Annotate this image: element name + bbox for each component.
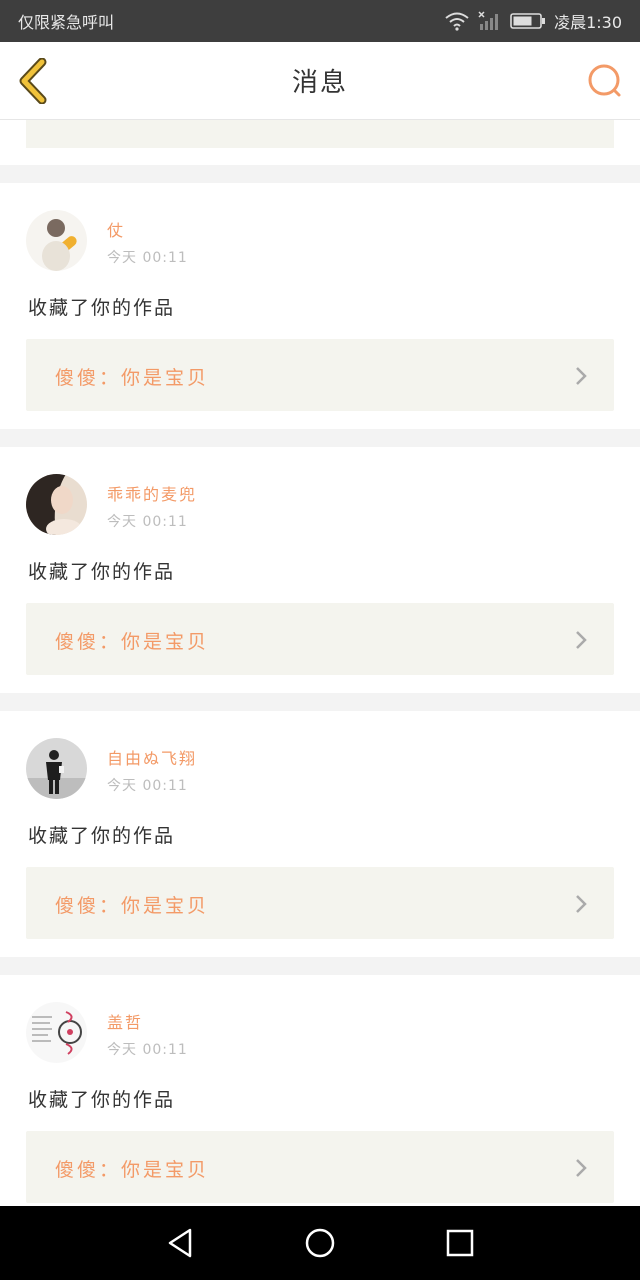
- quote-box-partial[interactable]: [26, 120, 614, 148]
- carrier-text: 仅限紧急呼叫: [18, 13, 115, 32]
- timestamp: 今天 00:11: [107, 250, 188, 266]
- avatar[interactable]: [26, 738, 87, 799]
- timestamp: 今天 00:11: [107, 778, 188, 794]
- chevron-right-icon: [576, 631, 587, 649]
- user-name[interactable]: 仗: [107, 217, 125, 241]
- app-header: 消息: [0, 42, 640, 120]
- message-card[interactable]: 乖乖的麦兜 今天 00:11 收藏了你的作品 傻傻：你是宝贝: [0, 447, 640, 693]
- nav-back-button[interactable]: [150, 1213, 210, 1273]
- user-name[interactable]: 盖哲: [107, 1009, 143, 1033]
- user-name[interactable]: 乖乖的麦兜: [107, 481, 197, 505]
- nav-recents-button[interactable]: [430, 1213, 490, 1273]
- system-nav-bar: [0, 1206, 640, 1280]
- quote-box[interactable]: 傻傻：你是宝贝: [26, 1131, 614, 1203]
- message-card-partial[interactable]: [0, 120, 640, 165]
- nav-home-button[interactable]: [290, 1213, 350, 1273]
- quote-text: 傻傻：你是宝贝: [55, 631, 210, 653]
- message-card[interactable]: 仗 今天 00:11 收藏了你的作品 傻傻：你是宝贝: [0, 183, 640, 429]
- clock-text: 凌晨1:30: [554, 13, 622, 32]
- quote-box[interactable]: 傻傻：你是宝贝: [26, 339, 614, 411]
- quote-box[interactable]: 傻傻：你是宝贝: [26, 867, 614, 939]
- message-card[interactable]: 盖哲 今天 00:11 收藏了你的作品 傻傻：你是宝贝: [0, 975, 640, 1206]
- home-circle-icon: [305, 1228, 335, 1258]
- chevron-right-icon: [576, 367, 587, 385]
- action-text: 收藏了你的作品: [28, 297, 176, 319]
- message-list[interactable]: 仗 今天 00:11 收藏了你的作品 傻傻：你是宝贝 乖乖的麦兜 今天 00:1…: [0, 120, 640, 1206]
- search-icon: [588, 64, 621, 97]
- status-bar: 仅限紧急呼叫 凌晨1:30: [0, 0, 640, 42]
- status-icons: 凌晨1:30: [444, 9, 622, 33]
- timestamp: 今天 00:11: [107, 514, 188, 530]
- avatar[interactable]: [26, 210, 87, 271]
- quote-text: 傻傻：你是宝贝: [55, 1159, 210, 1181]
- user-name[interactable]: 自由ぬ飞翔: [107, 745, 197, 769]
- chevron-right-icon: [576, 1159, 587, 1177]
- avatar[interactable]: [26, 474, 87, 535]
- chevron-left-icon: [19, 57, 47, 105]
- message-card[interactable]: 自由ぬ飞翔 今天 00:11 收藏了你的作品 傻傻：你是宝贝: [0, 711, 640, 957]
- avatar[interactable]: [26, 1002, 87, 1063]
- action-text: 收藏了你的作品: [28, 1089, 176, 1111]
- wifi-icon: [444, 11, 470, 31]
- action-text: 收藏了你的作品: [28, 825, 176, 847]
- quote-text: 傻傻：你是宝贝: [55, 895, 210, 917]
- chevron-right-icon: [576, 895, 587, 913]
- search-button[interactable]: [586, 62, 624, 100]
- back-triangle-icon: [168, 1228, 192, 1258]
- battery-icon: [510, 12, 546, 30]
- back-button[interactable]: [16, 57, 52, 105]
- quote-text: 傻傻：你是宝贝: [55, 367, 210, 389]
- recents-square-icon: [446, 1229, 474, 1257]
- timestamp: 今天 00:11: [107, 1042, 188, 1058]
- page-title: 消息: [291, 68, 348, 98]
- signal-icon: [478, 11, 502, 31]
- action-text: 收藏了你的作品: [28, 561, 176, 583]
- quote-box[interactable]: 傻傻：你是宝贝: [26, 603, 614, 675]
